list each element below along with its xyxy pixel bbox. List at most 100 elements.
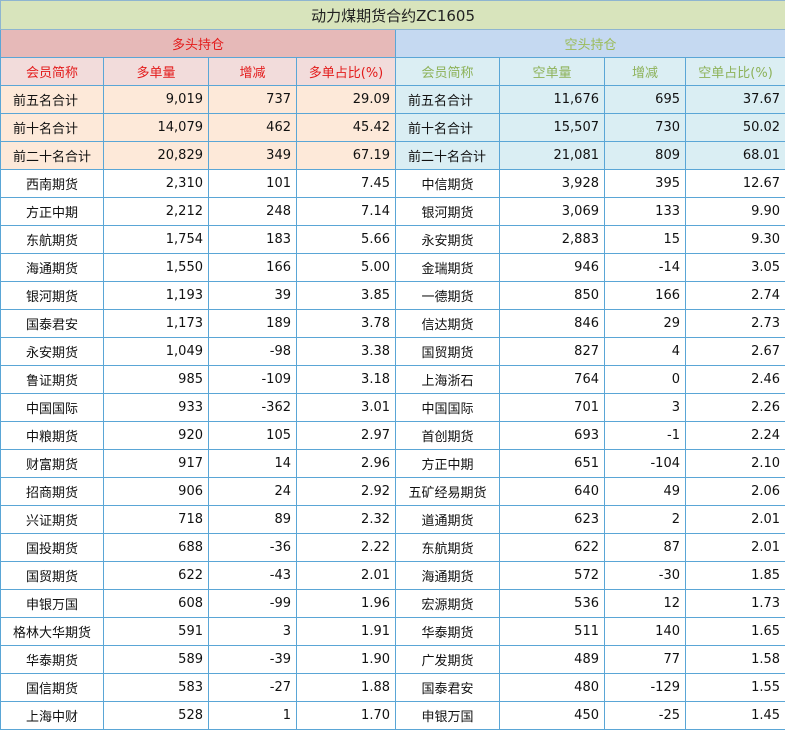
long-volume-cell: 589 bbox=[104, 646, 209, 674]
long-ratio-cell: 7.14 bbox=[297, 198, 396, 226]
short-volume-cell: 3,069 bbox=[500, 198, 605, 226]
short-member-cell: 首创期货 bbox=[396, 422, 500, 450]
long-ratio-cell: 3.38 bbox=[297, 338, 396, 366]
short-volume-cell: 3,928 bbox=[500, 170, 605, 198]
short-member-cell: 广发期货 bbox=[396, 646, 500, 674]
long-volume-cell: 1,193 bbox=[104, 282, 209, 310]
table-row: 鲁证期货985-1093.18上海浙石76402.46 bbox=[1, 366, 785, 394]
table-row: 上海中财52811.70申银万国450-251.45 bbox=[1, 702, 785, 730]
short-ratio-cell: 2.74 bbox=[686, 282, 785, 310]
short-member-cell: 海通期货 bbox=[396, 562, 500, 590]
short-member-cell: 国泰君安 bbox=[396, 674, 500, 702]
short-volume-cell: 764 bbox=[500, 366, 605, 394]
short-change-cell: 4 bbox=[605, 338, 686, 366]
long-volume-cell: 1,754 bbox=[104, 226, 209, 254]
long-change-cell: 189 bbox=[209, 310, 297, 338]
long-ratio-cell: 1.90 bbox=[297, 646, 396, 674]
short-member-cell: 华泰期货 bbox=[396, 618, 500, 646]
table-row: 国信期货583-271.88国泰君安480-1291.55 bbox=[1, 674, 785, 702]
short-ratio-cell: 1.55 bbox=[686, 674, 785, 702]
short-volume-cell: 622 bbox=[500, 534, 605, 562]
long-member-header: 会员简称 bbox=[1, 58, 104, 86]
short-volume-cell: 511 bbox=[500, 618, 605, 646]
long-member-cell: 前二十名合计 bbox=[1, 142, 104, 170]
long-member-cell: 华泰期货 bbox=[1, 646, 104, 674]
short-change-cell: 730 bbox=[605, 114, 686, 142]
table-row: 申银万国608-991.96宏源期货536121.73 bbox=[1, 590, 785, 618]
long-change-cell: -27 bbox=[209, 674, 297, 702]
long-member-cell: 永安期货 bbox=[1, 338, 104, 366]
short-ratio-cell: 2.24 bbox=[686, 422, 785, 450]
long-member-cell: 西南期货 bbox=[1, 170, 104, 198]
long-change-cell: 166 bbox=[209, 254, 297, 282]
short-change-cell: 140 bbox=[605, 618, 686, 646]
long-change-cell: 3 bbox=[209, 618, 297, 646]
short-member-cell: 前十名合计 bbox=[396, 114, 500, 142]
long-ratio-cell: 2.92 bbox=[297, 478, 396, 506]
long-ratio-cell: 2.97 bbox=[297, 422, 396, 450]
short-member-cell: 信达期货 bbox=[396, 310, 500, 338]
long-member-cell: 国泰君安 bbox=[1, 310, 104, 338]
short-volume-cell: 450 bbox=[500, 702, 605, 730]
short-volume-cell: 480 bbox=[500, 674, 605, 702]
short-member-cell: 中国国际 bbox=[396, 394, 500, 422]
table-row: 财富期货917142.96方正中期651-1042.10 bbox=[1, 450, 785, 478]
long-volume-cell: 608 bbox=[104, 590, 209, 618]
table-row: 格林大华期货59131.91华泰期货5111401.65 bbox=[1, 618, 785, 646]
short-ratio-cell: 2.10 bbox=[686, 450, 785, 478]
long-change-cell: 39 bbox=[209, 282, 297, 310]
long-member-cell: 方正中期 bbox=[1, 198, 104, 226]
table-row: 中国国际933-3623.01中国国际70132.26 bbox=[1, 394, 785, 422]
short-ratio-cell: 2.06 bbox=[686, 478, 785, 506]
long-volume-cell: 933 bbox=[104, 394, 209, 422]
member-rows: 西南期货2,3101017.45中信期货3,92839512.67方正中期2,2… bbox=[1, 170, 785, 730]
short-volume-cell: 2,883 bbox=[500, 226, 605, 254]
short-volume-cell: 623 bbox=[500, 506, 605, 534]
long-group-header: 多头持仓 bbox=[1, 30, 396, 58]
long-member-cell: 中国国际 bbox=[1, 394, 104, 422]
short-ratio-cell: 2.01 bbox=[686, 534, 785, 562]
long-change-cell: 14 bbox=[209, 450, 297, 478]
long-ratio-cell: 3.78 bbox=[297, 310, 396, 338]
short-change-header: 增减 bbox=[605, 58, 686, 86]
long-volume-cell: 718 bbox=[104, 506, 209, 534]
long-change-cell: -362 bbox=[209, 394, 297, 422]
long-change-cell: 462 bbox=[209, 114, 297, 142]
short-change-cell: 395 bbox=[605, 170, 686, 198]
short-member-cell: 上海浙石 bbox=[396, 366, 500, 394]
long-ratio-cell: 45.42 bbox=[297, 114, 396, 142]
long-change-cell: -98 bbox=[209, 338, 297, 366]
long-ratio-cell: 5.00 bbox=[297, 254, 396, 282]
title-row: 动力煤期货合约ZC1605 bbox=[1, 1, 785, 30]
short-change-cell: -104 bbox=[605, 450, 686, 478]
long-ratio-cell: 1.70 bbox=[297, 702, 396, 730]
short-ratio-header: 空单占比(%) bbox=[686, 58, 785, 86]
short-volume-cell: 946 bbox=[500, 254, 605, 282]
long-member-cell: 申银万国 bbox=[1, 590, 104, 618]
summary-rows: 前五名合计9,01973729.09前五名合计11,67669537.67前十名… bbox=[1, 86, 785, 170]
table-row: 西南期货2,3101017.45中信期货3,92839512.67 bbox=[1, 170, 785, 198]
long-volume-header: 多单量 bbox=[104, 58, 209, 86]
short-ratio-cell: 1.65 bbox=[686, 618, 785, 646]
long-ratio-cell: 1.88 bbox=[297, 674, 396, 702]
short-ratio-cell: 37.67 bbox=[686, 86, 785, 114]
short-change-cell: 0 bbox=[605, 366, 686, 394]
short-change-cell: 2 bbox=[605, 506, 686, 534]
short-change-cell: 12 bbox=[605, 590, 686, 618]
short-ratio-cell: 2.73 bbox=[686, 310, 785, 338]
long-volume-cell: 591 bbox=[104, 618, 209, 646]
short-ratio-cell: 50.02 bbox=[686, 114, 785, 142]
short-change-cell: -30 bbox=[605, 562, 686, 590]
long-change-cell: -43 bbox=[209, 562, 297, 590]
long-member-cell: 前十名合计 bbox=[1, 114, 104, 142]
short-ratio-cell: 3.05 bbox=[686, 254, 785, 282]
long-member-cell: 招商期货 bbox=[1, 478, 104, 506]
short-ratio-cell: 2.26 bbox=[686, 394, 785, 422]
long-volume-cell: 920 bbox=[104, 422, 209, 450]
long-change-header: 增减 bbox=[209, 58, 297, 86]
short-ratio-cell: 1.45 bbox=[686, 702, 785, 730]
short-change-cell: 166 bbox=[605, 282, 686, 310]
long-volume-cell: 906 bbox=[104, 478, 209, 506]
table-row: 银河期货1,193393.85一德期货8501662.74 bbox=[1, 282, 785, 310]
short-volume-cell: 15,507 bbox=[500, 114, 605, 142]
